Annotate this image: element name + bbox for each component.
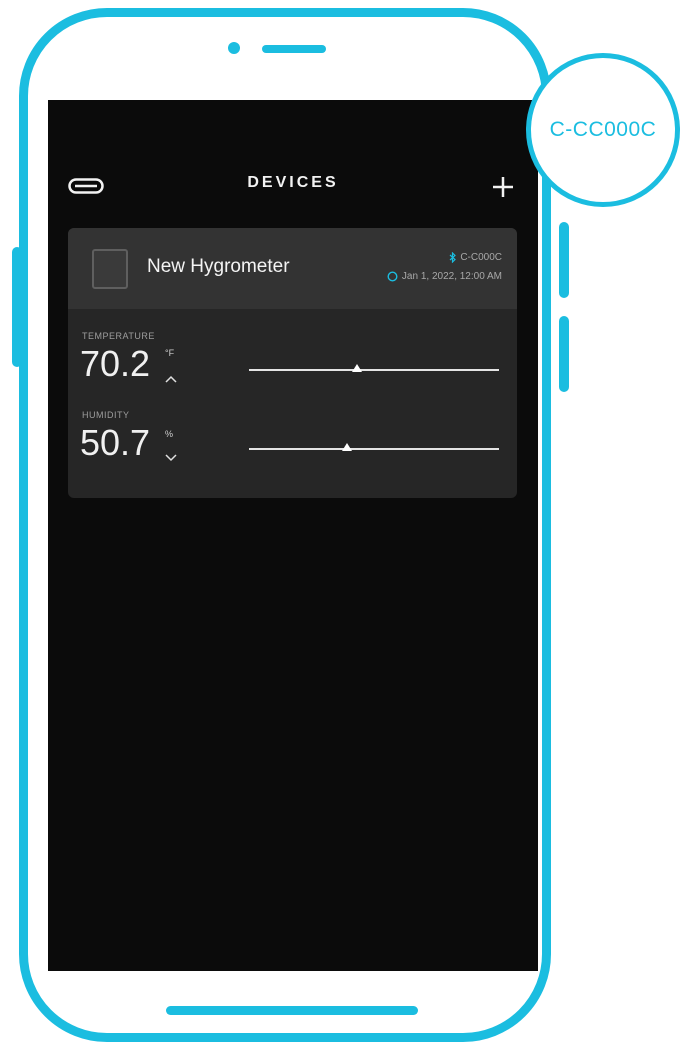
camera-dot bbox=[228, 42, 240, 54]
device-thumbnail bbox=[92, 249, 128, 289]
bluetooth-icon bbox=[449, 252, 457, 263]
volume-button bbox=[12, 247, 22, 367]
device-card-header: New Hygrometer C-C000C Jan 1, 2022, 12:0… bbox=[68, 228, 517, 309]
app-screen: DEVICES New Hygrometer C-C000C Jan 1, 20… bbox=[48, 100, 538, 971]
device-time-row: Jan 1, 2022, 12:00 AM bbox=[387, 271, 502, 282]
temperature-range-marker bbox=[351, 364, 362, 372]
page-title: DEVICES bbox=[247, 174, 339, 191]
humidity-label: HUMIDITY bbox=[82, 410, 130, 420]
device-card[interactable]: New Hygrometer C-C000C Jan 1, 2022, 12:0… bbox=[68, 228, 517, 498]
temperature-value: 70.2 bbox=[80, 343, 151, 384]
power-button-upper bbox=[559, 222, 569, 298]
add-device-button[interactable] bbox=[490, 174, 516, 200]
device-code-badge: C-CC000C bbox=[526, 53, 680, 207]
sync-ring-icon bbox=[387, 271, 398, 282]
temperature-unit: °F bbox=[165, 348, 175, 358]
home-indicator bbox=[166, 1006, 418, 1015]
device-name: New Hygrometer bbox=[147, 256, 290, 277]
trend-down-icon bbox=[165, 454, 177, 462]
speaker-slot bbox=[262, 45, 326, 53]
trend-up-icon bbox=[165, 375, 177, 383]
humidity-range-track bbox=[249, 448, 499, 450]
device-id-row: C-C000C bbox=[449, 252, 502, 263]
temperature-label: TEMPERATURE bbox=[82, 331, 155, 341]
device-timestamp: Jan 1, 2022, 12:00 AM bbox=[401, 271, 502, 282]
temperature-range-track bbox=[249, 369, 499, 371]
humidity-unit: % bbox=[165, 429, 174, 439]
humidity-range-marker bbox=[341, 443, 352, 451]
humidity-value: 50.7 bbox=[80, 422, 151, 463]
device-code-text: C-CC000C bbox=[549, 118, 657, 141]
power-button-lower bbox=[559, 316, 569, 392]
device-id: C-C000C bbox=[460, 252, 502, 263]
